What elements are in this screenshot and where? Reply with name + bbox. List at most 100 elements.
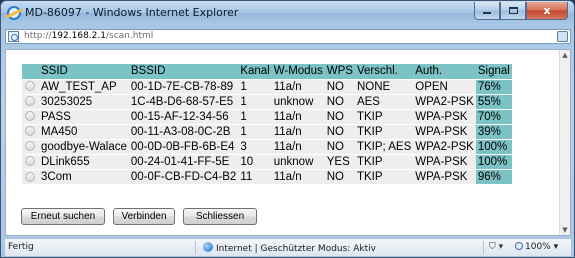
wps-cell: NO	[324, 138, 355, 154]
url-host: 192.168.2.1	[51, 31, 106, 41]
channel-cell: 3	[238, 138, 272, 154]
network-radio-button[interactable]	[25, 156, 35, 167]
url-text[interactable]: http://192.168.2.1/scan.html	[24, 31, 153, 41]
table-row[interactable]: 30253025 1C-4B-D6-68-57-E5 1 unknow NO A…	[22, 93, 512, 109]
column-header: Auth.	[413, 64, 476, 79]
window-title: MD-86097 - Windows Internet Explorer	[25, 6, 239, 19]
bssid-cell: 00-15-AF-12-34-56	[128, 108, 239, 124]
network-radio-button[interactable]	[25, 141, 35, 152]
zoom-control[interactable]: 100% ▾	[515, 242, 558, 252]
row-radio-cell	[22, 123, 39, 139]
row-radio-cell	[22, 153, 39, 169]
close-window-button[interactable]: x	[526, 2, 568, 20]
globe-icon	[203, 242, 213, 252]
network-radio-button[interactable]	[25, 81, 35, 92]
table-row[interactable]: goodbye-Walace 00-0D-0B-FB-6B-E4 3 11a/n…	[22, 138, 512, 154]
title-bar[interactable]: MD-86097 - Windows Internet Explorer x	[1, 1, 574, 25]
channel-cell: 1	[238, 108, 272, 124]
auth-cell: WPA-PSK	[413, 123, 476, 139]
compatibility-view-icon[interactable]	[557, 31, 568, 42]
maximize-icon	[508, 7, 518, 14]
column-header: BSSID	[128, 64, 239, 79]
encryption-cell: TKIP	[354, 123, 414, 139]
select-column-header	[22, 64, 39, 79]
protected-mode-icon[interactable]: ⛉ ▾	[489, 242, 503, 252]
ssid-cell: 30253025	[39, 93, 129, 109]
bssid-cell: 00-0F-CB-FD-C4-B2	[128, 168, 239, 184]
auth-cell: WPA-PSK	[413, 153, 476, 169]
wireless-mode-cell: 11a/n	[271, 78, 325, 94]
channel-cell: 1	[238, 93, 272, 109]
browser-window: MD-86097 - Windows Internet Explorer x h…	[0, 0, 575, 258]
wireless-mode-cell: unknow	[271, 153, 325, 169]
encryption-cell: TKIP	[354, 153, 414, 169]
close-icon: x	[543, 4, 551, 17]
wireless-mode-cell: 11a/n	[271, 168, 325, 184]
scroll-down-arrow-icon[interactable]: ▼	[560, 225, 570, 235]
column-header: SSID	[39, 64, 129, 79]
url-prefix: http://	[24, 31, 52, 41]
network-radio-button[interactable]	[25, 111, 35, 122]
page-content: SSID BSSID Kanal W-Modus WPS Verschl. Au…	[5, 49, 571, 236]
rescan-button[interactable]: Erneut suchen	[21, 208, 105, 225]
wps-cell: NO	[324, 78, 355, 94]
ssid-cell: MA450	[39, 123, 129, 139]
row-radio-cell	[22, 138, 39, 154]
column-header: Signal	[475, 64, 512, 79]
connect-button[interactable]: Verbinden	[113, 208, 175, 225]
maximize-button[interactable]	[500, 2, 526, 20]
address-bar[interactable]: http://192.168.2.1/scan.html	[5, 29, 571, 44]
encryption-cell: AES	[354, 93, 414, 109]
signal-cell: 100%	[475, 138, 512, 154]
scroll-up-arrow-icon[interactable]: ▲	[560, 50, 570, 60]
page-icon	[8, 31, 19, 42]
auth-cell: WPA2-PSK	[413, 93, 476, 109]
minimize-icon	[483, 12, 491, 14]
status-separator	[483, 241, 484, 254]
auth-cell: WPA-PSK	[413, 108, 476, 124]
security-zone[interactable]: Internet | Geschützter Modus: Aktiv	[203, 242, 376, 254]
status-separator	[195, 241, 196, 254]
wireless-mode-cell: unknow	[271, 93, 325, 109]
encryption-cell: TKIP	[354, 168, 414, 184]
row-radio-cell	[22, 93, 39, 109]
table-row[interactable]: DLink655 00-24-01-41-FF-5E 10 unknow YES…	[22, 153, 512, 169]
column-header: W-Modus	[271, 64, 325, 79]
scan-results-table: SSID BSSID Kanal W-Modus WPS Verschl. Au…	[22, 64, 512, 184]
signal-cell: 70%	[475, 108, 512, 124]
signal-cell: 96%	[475, 168, 512, 184]
wps-cell: NO	[324, 123, 355, 139]
minimize-button[interactable]	[474, 2, 500, 20]
row-radio-cell	[22, 168, 39, 184]
ssid-cell: 3Com	[39, 168, 129, 184]
caption-buttons: x	[474, 2, 568, 20]
wireless-mode-cell: 11a/n	[271, 138, 325, 154]
zoom-level: 100%	[525, 242, 551, 252]
network-radio-button[interactable]	[25, 171, 35, 182]
table-row[interactable]: AW_TEST_AP 00-1D-7E-CB-78-89 1 11a/n NO …	[22, 78, 512, 94]
bssid-cell: 00-0D-0B-FB-6B-E4	[128, 138, 239, 154]
bssid-cell: 00-11-A3-08-0C-2B	[128, 123, 239, 139]
wps-cell: NO	[324, 108, 355, 124]
signal-cell: 39%	[475, 123, 512, 139]
row-radio-cell	[22, 108, 39, 124]
encryption-cell: TKIP	[354, 108, 414, 124]
ssid-cell: DLink655	[39, 153, 129, 169]
network-radio-button[interactable]	[25, 126, 35, 137]
wireless-mode-cell: 11a/n	[271, 108, 325, 124]
table-header-row: SSID BSSID Kanal W-Modus WPS Verschl. Au…	[22, 64, 512, 79]
auth-cell: WPA2-PSK	[413, 138, 476, 154]
bssid-cell: 1C-4B-D6-68-57-E5	[128, 93, 239, 109]
close-button[interactable]: Schliessen	[183, 208, 257, 225]
column-header: Kanal	[238, 64, 272, 79]
encryption-cell: TKIP; AES	[354, 138, 414, 154]
vertical-scrollbar[interactable]: ▲ ▼	[559, 50, 570, 235]
table-row[interactable]: 3Com 00-0F-CB-FD-C4-B2 11 11a/n NO TKIP …	[22, 168, 512, 184]
channel-cell: 1	[238, 123, 272, 139]
table-row[interactable]: PASS 00-15-AF-12-34-56 1 11a/n NO TKIP W…	[22, 108, 512, 124]
bssid-cell: 00-24-01-41-FF-5E	[128, 153, 239, 169]
wps-cell: NO	[324, 168, 355, 184]
internet-explorer-icon	[7, 6, 21, 20]
network-radio-button[interactable]	[25, 96, 35, 107]
table-row[interactable]: MA450 00-11-A3-08-0C-2B 1 11a/n NO TKIP …	[22, 123, 512, 139]
